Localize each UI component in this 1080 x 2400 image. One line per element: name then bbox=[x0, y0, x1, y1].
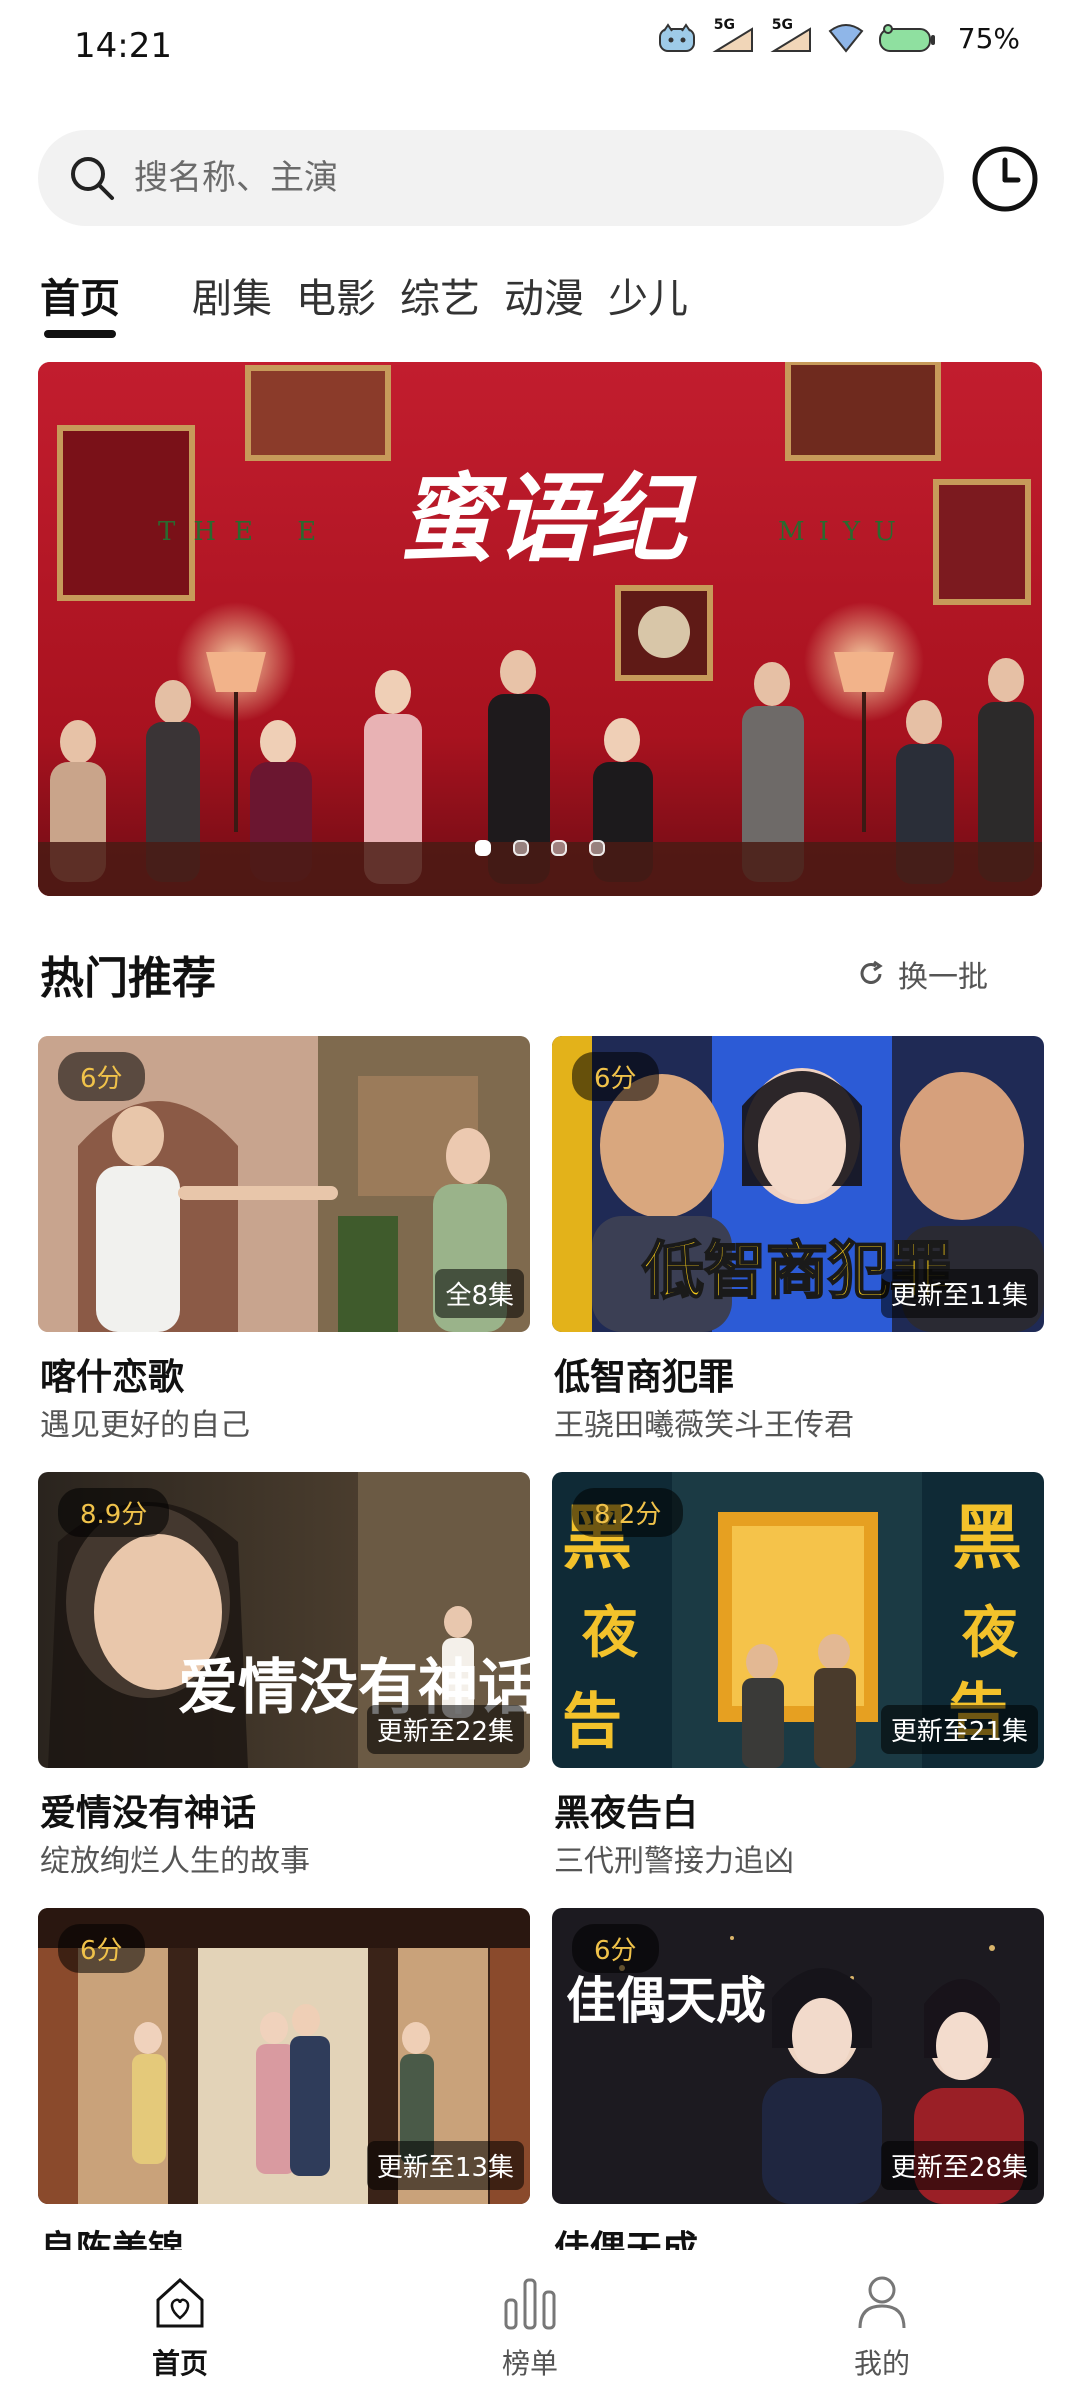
drama-card[interactable]: 爱情没有神话 8.9分 更新至22集 爱情没有神话 绽放绚烂人生的故事 bbox=[38, 1472, 530, 1879]
rating-badge: 8.2分 bbox=[572, 1488, 684, 1537]
category-tabs: 首页 剧集 电影 综艺 动漫 少儿 bbox=[40, 266, 712, 338]
status-icons: 5G 5G 75% bbox=[658, 17, 1020, 55]
nav-profile[interactable]: 我的 bbox=[792, 2270, 972, 2382]
refresh-button[interactable]: 换一批 bbox=[856, 952, 988, 996]
poster: 爱情没有神话 8.9分 更新至22集 bbox=[38, 1472, 530, 1768]
poster: 低智商犯罪 6分 更新至11集 bbox=[552, 1036, 1044, 1332]
poster: 黑 夜 告 黑 夜 告 8.2分 更新至21集 bbox=[552, 1472, 1044, 1768]
status-bar: 14:21 5G 5G 75% bbox=[0, 0, 1080, 96]
rating-badge: 6分 bbox=[58, 1052, 145, 1101]
nav-label: 榜单 bbox=[501, 2347, 558, 2380]
rating-badge: 8.9分 bbox=[58, 1488, 170, 1537]
poster: 6分 更新至13集 bbox=[38, 1908, 530, 2204]
poster: 佳偶天成 6分 更新至28集 bbox=[552, 1908, 1044, 2204]
card-subtitle: 遇见更好的自己 bbox=[40, 1408, 250, 1443]
tab-label: 动漫 bbox=[504, 276, 584, 322]
episode-badge: 更新至22集 bbox=[366, 1705, 524, 1754]
signal-5g-icon: 5G bbox=[770, 17, 814, 55]
episode-badge: 更新至13集 bbox=[366, 2141, 524, 2190]
tab-label: 剧集 bbox=[192, 276, 272, 322]
episode-badge: 全8集 bbox=[435, 1269, 524, 1318]
tab-active-indicator bbox=[44, 330, 116, 338]
pagination-dot[interactable] bbox=[513, 840, 529, 856]
hero-banner[interactable]: THE E MIYU 蜜语纪 bbox=[38, 362, 1042, 896]
search-input[interactable] bbox=[134, 130, 914, 226]
nav-label: 首页 bbox=[151, 2347, 208, 2380]
episode-badge: 更新至11集 bbox=[880, 1269, 1038, 1318]
app-notification-icon bbox=[658, 22, 698, 55]
svg-text:夜: 夜 bbox=[961, 1601, 1019, 1666]
pagination-dot[interactable] bbox=[475, 840, 491, 856]
user-icon bbox=[858, 2276, 906, 2329]
card-subtitle: 王骁田曦薇笑斗王传君 bbox=[554, 1408, 854, 1443]
rating-badge: 6分 bbox=[572, 1924, 659, 1973]
svg-text:黑: 黑 bbox=[952, 1497, 1022, 1579]
rating-badge: 6分 bbox=[572, 1052, 659, 1101]
card-subtitle: 绽放绚烂人生的故事 bbox=[40, 1844, 310, 1879]
nav-label: 我的 bbox=[853, 2347, 910, 2380]
svg-text:夜: 夜 bbox=[581, 1601, 639, 1666]
tab-label: 综艺 bbox=[400, 276, 480, 322]
drama-card[interactable]: 6分 全8集 喀什恋歌 遇见更好的自己 bbox=[38, 1036, 530, 1443]
banner-subtitle-left: THE E bbox=[158, 517, 334, 547]
card-title: 爱情没有神话 bbox=[40, 1793, 257, 1834]
history-button[interactable] bbox=[970, 144, 1040, 214]
search-bar[interactable] bbox=[38, 130, 944, 226]
status-time: 14:21 bbox=[74, 26, 172, 66]
tab-anime[interactable]: 动漫 bbox=[504, 266, 608, 336]
drama-card[interactable]: 6分 更新至13集 良陈美锦 bbox=[38, 1908, 530, 2270]
card-title: 喀什恋歌 bbox=[40, 1357, 185, 1398]
poster-title-text: 佳偶天成 bbox=[566, 1971, 766, 2030]
battery-icon bbox=[878, 23, 938, 55]
bottom-navigation: 首页 榜单 我的 bbox=[0, 2250, 1080, 2400]
signal-label: 5G bbox=[713, 16, 735, 33]
episode-badge: 更新至28集 bbox=[880, 2141, 1038, 2190]
banner-image: THE E MIYU 蜜语纪 bbox=[38, 362, 1042, 896]
tab-label: 电影 bbox=[296, 276, 376, 322]
card-title: 黑夜告白 bbox=[554, 1793, 699, 1834]
battery-percentage: 75% bbox=[957, 22, 1020, 55]
drama-card[interactable]: 低智商犯罪 6分 更新至11集 低智商犯罪 王骁田曦薇笑斗王传君 bbox=[552, 1036, 1044, 1443]
episode-badge: 更新至21集 bbox=[880, 1705, 1038, 1754]
banner-title: 蜜语纪 bbox=[398, 462, 697, 575]
svg-text:THE E: THE E bbox=[158, 517, 334, 547]
wifi-icon bbox=[828, 23, 864, 55]
nav-home[interactable]: 首页 bbox=[90, 2270, 270, 2382]
home-icon bbox=[156, 2277, 204, 2328]
chart-icon bbox=[504, 2278, 556, 2330]
clock-icon bbox=[972, 146, 1038, 212]
refresh-icon bbox=[860, 960, 883, 984]
nav-rankings[interactable]: 榜单 bbox=[440, 2270, 620, 2382]
svg-text:MIYU: MIYU bbox=[778, 517, 910, 547]
poster: 6分 全8集 bbox=[38, 1036, 530, 1332]
card-title: 低智商犯罪 bbox=[554, 1357, 735, 1398]
tab-label: 首页 bbox=[40, 276, 120, 322]
tab-movies[interactable]: 电影 bbox=[296, 266, 400, 336]
drama-card[interactable]: 黑 夜 告 黑 夜 告 8.2分 更新至21集 黑夜告白 三代刑警接力追凶 bbox=[552, 1472, 1044, 1879]
pagination-dot[interactable] bbox=[589, 840, 605, 856]
tab-series[interactable]: 剧集 bbox=[192, 266, 296, 336]
banner-pagination bbox=[38, 840, 1042, 856]
svg-text:告: 告 bbox=[562, 1687, 622, 1757]
search-icon bbox=[66, 152, 118, 204]
tab-variety[interactable]: 综艺 bbox=[400, 266, 504, 336]
section-title: 热门推荐 bbox=[40, 953, 216, 1004]
pagination-dot[interactable] bbox=[551, 840, 567, 856]
card-subtitle: 三代刑警接力追凶 bbox=[554, 1844, 794, 1879]
tab-home[interactable]: 首页 bbox=[40, 266, 144, 338]
drama-card[interactable]: 佳偶天成 6分 更新至28集 佳偶天成 bbox=[552, 1908, 1044, 2270]
banner-subtitle-right: MIYU bbox=[778, 517, 910, 547]
refresh-label: 换一批 bbox=[898, 960, 988, 995]
tab-kids[interactable]: 少儿 bbox=[608, 266, 712, 336]
tab-label: 少儿 bbox=[608, 276, 688, 322]
rating-badge: 6分 bbox=[58, 1924, 145, 1973]
signal-label: 5G bbox=[771, 16, 793, 33]
signal-5g-icon: 5G bbox=[712, 17, 756, 55]
